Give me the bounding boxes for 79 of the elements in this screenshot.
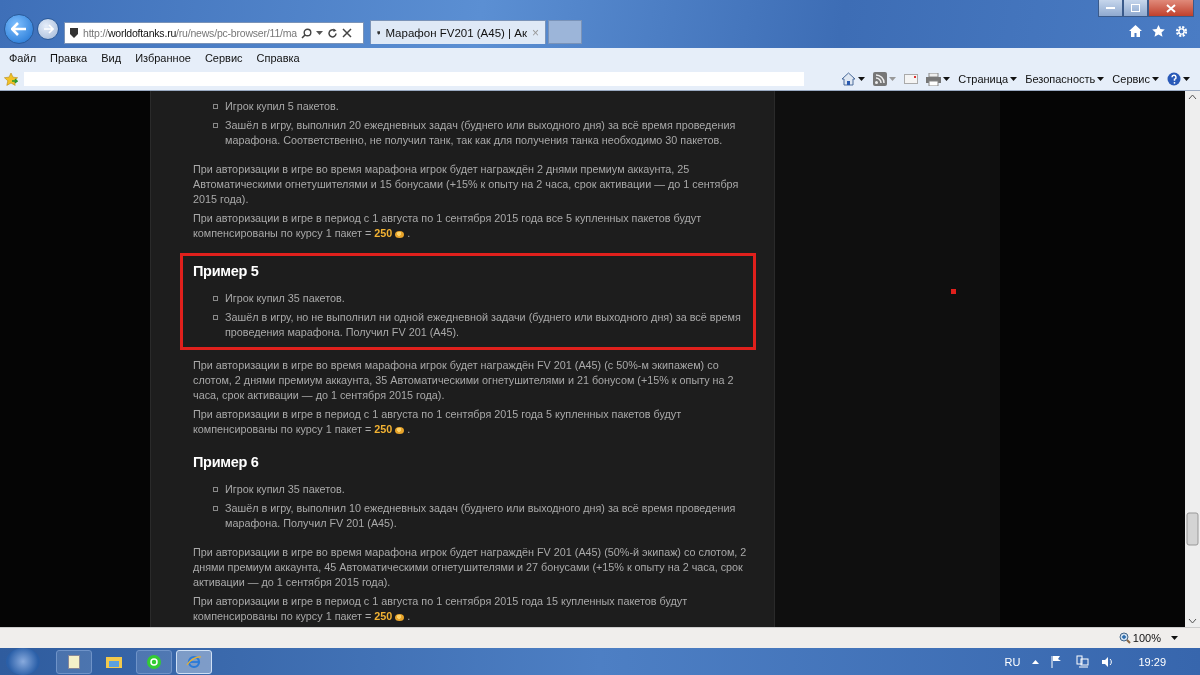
list-item-text: Игрок купил 5 пакетов. xyxy=(225,99,339,114)
minimize-icon xyxy=(1106,6,1115,10)
caret-icon xyxy=(1152,77,1159,81)
menu-item[interactable]: Сервис xyxy=(197,52,250,64)
search-icon[interactable] xyxy=(300,27,312,39)
folder-icon xyxy=(106,655,122,668)
caret-icon xyxy=(889,77,897,81)
compensation-text: При авторизации в игре в период с 1 августа по 1 сентября 2015 года 15 купленных пакетов будут компенсированы по курсу 1 пакет = 250 . xyxy=(193,594,689,624)
example-heading: Пример 6 xyxy=(193,455,260,470)
magnifier-icon xyxy=(1118,632,1131,644)
command-menu-button[interactable]: Страница xyxy=(958,73,1018,85)
menu-item[interactable]: Избранное xyxy=(128,52,198,64)
menu-item[interactable]: Правка xyxy=(43,52,95,64)
compensation-text: При авторизации в игре в период с 1 августа по 1 сентября 2015 года 5 купленных пакетов будут компенсированы по курсу 1 пакет = 250 . xyxy=(193,407,683,437)
chat-taskbar-button[interactable] xyxy=(136,649,172,674)
paragraph: При авторизации в игре во время марафона игрок будет награждён FV 201 (A45) (с 50%-м экипажем) со слотом, 2 днями премиум аккаунта, 35 Автоматическими огнетушителями и 21 бонусом (+15% к опыту на 2 часа, срок активации — до 1 сентября 2015 года). xyxy=(193,358,735,403)
favorites-star-icon[interactable] xyxy=(4,72,18,86)
caret-icon xyxy=(1183,77,1190,81)
forward-button[interactable] xyxy=(37,18,59,40)
address-field[interactable]: http://worldoftanks.ru/ru/news/pc-browser/11/ma xyxy=(64,22,364,44)
print-button[interactable] xyxy=(926,72,951,86)
bullet-icon xyxy=(213,315,218,320)
start-button[interactable] xyxy=(6,648,40,675)
list-item-text: Игрок купил 35 пакетов. xyxy=(225,291,345,306)
maximize-button[interactable] xyxy=(1123,0,1148,17)
list-item-text: Зашёл в игру, выполнил 10 ежедневных задач (буднего или выходного дня) за всё время проведения марафона. Получил FV 201 (A45). xyxy=(225,501,737,531)
close-button[interactable] xyxy=(1148,0,1194,17)
caret-icon xyxy=(1097,77,1105,81)
restore-icon xyxy=(1131,4,1140,12)
volume-icon[interactable] xyxy=(1101,655,1115,668)
browser-icon xyxy=(186,654,202,669)
chat-icon xyxy=(147,654,161,669)
star-icon[interactable] xyxy=(1152,25,1165,37)
home-icon[interactable] xyxy=(1129,25,1142,37)
caret-icon xyxy=(315,31,323,35)
browser-taskbar-button[interactable] xyxy=(176,649,212,674)
notepad-taskbar-button[interactable] xyxy=(56,649,92,674)
caret-icon xyxy=(1010,77,1018,81)
bullet-icon xyxy=(213,104,218,109)
caret-icon xyxy=(1171,636,1178,640)
minimize-button[interactable] xyxy=(1098,0,1123,17)
paragraph: При авторизации в игре во время марафона игрок будет награждён FV 201 (A45) (50%-й экипаж) со слотом, 2 днями премиум аккаунта, 45 Автоматическими огнетушителями и 27 бонусами (+15% к опыту на 2 часа, срок активации — до 1 сентября 2015 года). xyxy=(193,545,748,590)
compensation-text: При авторизации в игре в период с 1 августа по 1 сентября 2015 года все 5 купленных пакетов будут компенсированы по курсу 1 пакет = 250 . xyxy=(193,211,703,241)
show-hidden-icons[interactable] xyxy=(1032,659,1040,664)
menu-item[interactable]: Файл xyxy=(2,52,44,64)
language-indicator[interactable]: RU xyxy=(1004,655,1021,668)
close-icon[interactable] xyxy=(341,28,352,38)
settings-icon[interactable] xyxy=(1175,25,1188,38)
bullet-icon xyxy=(213,123,218,128)
mail-button[interactable] xyxy=(904,74,919,84)
clock[interactable]: 19:29 xyxy=(1138,655,1166,668)
zoom-button[interactable]: 100% xyxy=(1118,632,1161,644)
notepad-icon xyxy=(68,654,80,669)
command-menu-button[interactable]: Безопасность xyxy=(1025,73,1105,85)
command-menu-button[interactable]: Сервис xyxy=(1112,73,1159,85)
menu-item[interactable]: Вид xyxy=(94,52,129,64)
forward-arrow-icon xyxy=(42,24,54,34)
home-button[interactable] xyxy=(841,72,866,86)
bullet-icon xyxy=(213,296,218,301)
list-item-text: Зашёл в игру, но не выполнил ни одной ежедневной задачи (буднего или выходного дня) за всё время проведения марафона. Получил FV 201 (A45). xyxy=(225,310,742,340)
caret-icon xyxy=(943,77,951,81)
bullet-icon xyxy=(213,506,218,511)
menu-item[interactable]: Справка xyxy=(249,52,307,64)
caret-icon xyxy=(858,77,866,81)
shield-icon xyxy=(69,27,79,39)
help-button[interactable] xyxy=(1167,72,1190,86)
close-icon xyxy=(1166,3,1176,13)
example-heading: Пример 5 xyxy=(193,264,260,279)
list-item-text: Зашёл в игру, выполнил 20 ежедневных задач (буднего или выходного дня) за всё время проведения марафона. Соответственно, не получил танк, так как для получения танка необходимо 30 пакетов. xyxy=(225,118,737,148)
paragraph: При авторизации в игре во время марафона игрок будет награждён 2 днями премиум аккаунта, 25 Автоматическими огнетушителями и 15 бонусами (+15% к опыту на 2 часа, срок активации — до 1 сентября 2015 года). xyxy=(193,162,740,207)
list-item-text: Игрок купил 35 пакетов. xyxy=(225,482,345,497)
bullet-icon xyxy=(213,487,218,492)
back-arrow-icon xyxy=(11,22,27,36)
refresh-icon[interactable] xyxy=(326,27,338,39)
back-button[interactable] xyxy=(4,14,34,44)
scrollbar[interactable] xyxy=(1185,91,1200,627)
browser-tab[interactable]: Марафон FV201 (A45) | Ак × xyxy=(370,20,546,44)
feeds-button[interactable] xyxy=(873,72,897,86)
network-icon[interactable] xyxy=(1076,655,1090,668)
